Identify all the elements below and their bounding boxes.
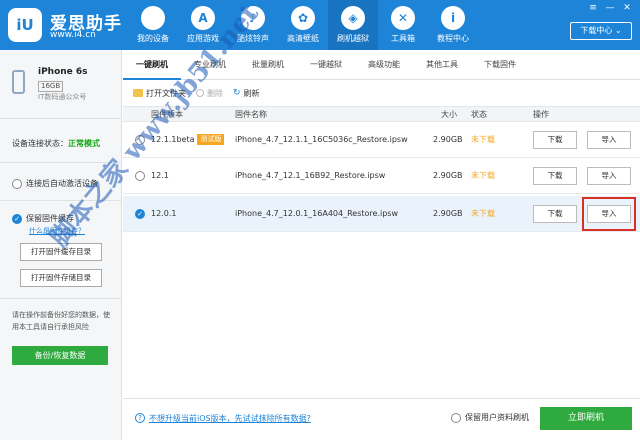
menu-icon[interactable]: ≡: [586, 2, 600, 14]
divider: [0, 298, 121, 299]
firmware-size: 2.90GB: [433, 135, 463, 144]
app-header: iU 爱思助手 www.i4.cn 我的设备 A 应用游戏 ♪ 酷炫铃声 ✿ 高…: [0, 0, 640, 50]
firmware-status: 未下载: [471, 135, 495, 144]
highlight-box: [582, 197, 636, 231]
auto-activate-radio[interactable]: [12, 178, 22, 189]
keep-user-data-label: 保留用户资料刷机: [465, 413, 529, 422]
nav-label: 刷机越狱: [337, 34, 369, 43]
firmware-status: 未下载: [471, 209, 495, 218]
beta-badge: 测试版: [197, 134, 225, 145]
firmware-size: 2.90GB: [433, 209, 463, 218]
main-nav: 我的设备 A 应用游戏 ♪ 酷炫铃声 ✿ 高清壁纸 ◈ 刷机越狱 ✕ 工具箱 i…: [128, 0, 478, 50]
col-actions: 操作: [533, 110, 549, 119]
row-select-radio[interactable]: ✓: [135, 209, 145, 219]
refresh-button[interactable]: ↻ 刷新: [233, 88, 260, 99]
firmware-name: iPhone_4.7_12.1.1_16C5036c_Restore.ipsw: [235, 135, 408, 144]
tab-advanced[interactable]: 高级功能: [355, 50, 413, 80]
firmware-name: iPhone_4.7_12.0.1_16A404_Restore.ipsw: [235, 209, 399, 218]
tab-download-firmware[interactable]: 下载固件: [471, 50, 529, 80]
phone-icon: [12, 70, 25, 94]
backup-restore-button[interactable]: 备份/恢复数据: [12, 346, 108, 365]
brand-url: www.i4.cn: [50, 30, 96, 40]
tab-batch-flash[interactable]: 批量刷机: [239, 50, 297, 80]
tab-other-tools[interactable]: 其他工具: [413, 50, 471, 80]
table-row[interactable]: ✓ 12.0.1 iPhone_4.7_12.0.1_16A404_Restor…: [123, 196, 640, 232]
firmware-size: 2.90GB: [433, 171, 463, 180]
delete-label: 删除: [207, 88, 223, 98]
dropbox-icon: ◈: [341, 6, 365, 30]
apple-icon: [141, 6, 165, 30]
device-capacity: 16GB: [38, 81, 64, 92]
import-button[interactable]: 导入: [587, 131, 631, 149]
open-storage-dir-button[interactable]: 打开固件存储目录: [20, 269, 102, 287]
keep-user-data-option[interactable]: 保留用户资料刷机: [451, 412, 529, 423]
nav-label: 工具箱: [391, 34, 415, 43]
folder-icon: [133, 89, 143, 97]
firmware-name: iPhone_4.7_12.1_16B92_Restore.ipsw: [235, 171, 386, 180]
nav-wallpapers[interactable]: ✿ 高清壁纸: [278, 0, 328, 50]
table-row[interactable]: 12.1.1beta 测试版 iPhone_4.7_12.1.1_16C5036c…: [123, 122, 640, 158]
keep-user-data-radio[interactable]: [451, 412, 461, 423]
tools-icon: ✕: [391, 6, 415, 30]
refresh-icon: ↻: [233, 88, 241, 98]
download-button[interactable]: 下载: [533, 131, 577, 149]
col-size: 大小: [441, 110, 457, 119]
backup-note: 请在操作前备份好您的数据，使用本工具请自行承担风险: [12, 311, 110, 331]
import-button[interactable]: 导入: [587, 167, 631, 185]
firmware-version: 12.0.1: [151, 209, 177, 218]
status-value: 正常模式: [68, 139, 100, 148]
close-icon[interactable]: ✕: [620, 2, 634, 14]
nav-tutorials[interactable]: i 教程中心: [428, 0, 478, 50]
device-name: iPhone 6s: [38, 67, 88, 77]
footer-bar: ? 不想升级当前iOS版本，先试试抹除所有数据? 保留用户资料刷机 立即刷机: [123, 398, 640, 440]
tab-one-click-jailbreak[interactable]: 一键越狱: [297, 50, 355, 80]
col-status: 状态: [471, 110, 487, 119]
firmware-status: 未下载: [471, 171, 495, 180]
flash-now-button[interactable]: 立即刷机: [540, 407, 632, 430]
connection-status: 设备连接状态：正常模式: [12, 138, 100, 149]
download-button[interactable]: 下载: [533, 167, 577, 185]
col-name: 固件名称: [235, 110, 267, 119]
erase-data-link[interactable]: 不想升级当前iOS版本，先试试抹除所有数据?: [149, 413, 311, 424]
nav-label: 教程中心: [437, 34, 469, 43]
device-subtitle: IT数码通公众号: [38, 93, 87, 101]
download-center-button[interactable]: 下载中心 ⌄: [570, 22, 632, 40]
flower-icon: ✿: [291, 6, 315, 30]
main-panel: 一键刷机 专业刷机 批量刷机 一键越狱 高级功能 其他工具 下载固件 打开文件夹…: [123, 50, 640, 440]
info-icon: i: [441, 6, 465, 30]
table-header: 固件版本 固件名称 大小 状态 操作: [123, 106, 640, 122]
nav-label: 高清壁纸: [287, 34, 319, 43]
app-logo: iU: [8, 8, 42, 42]
device-info: iPhone 6s 16GB IT数码通公众号: [0, 50, 121, 110]
nav-flash-jailbreak[interactable]: ◈ 刷机越狱: [328, 0, 378, 50]
info-icon: ?: [135, 413, 145, 423]
check-icon[interactable]: ✓: [12, 213, 22, 224]
status-label: 设备连接状态：: [12, 139, 68, 148]
nav-my-device[interactable]: 我的设备: [128, 0, 178, 50]
firmware-version: 12.1: [151, 171, 169, 180]
refresh-label: 刷新: [243, 88, 260, 98]
download-button[interactable]: 下载: [533, 205, 577, 223]
divider: [0, 118, 121, 119]
window-controls: ≡ — ✕: [586, 2, 634, 14]
nav-toolbox[interactable]: ✕ 工具箱: [378, 0, 428, 50]
nav-label: 我的设备: [137, 34, 169, 43]
table-row[interactable]: 12.1 iPhone_4.7_12.1_16B92_Restore.ipsw …: [123, 158, 640, 194]
minimize-icon[interactable]: —: [603, 2, 617, 14]
